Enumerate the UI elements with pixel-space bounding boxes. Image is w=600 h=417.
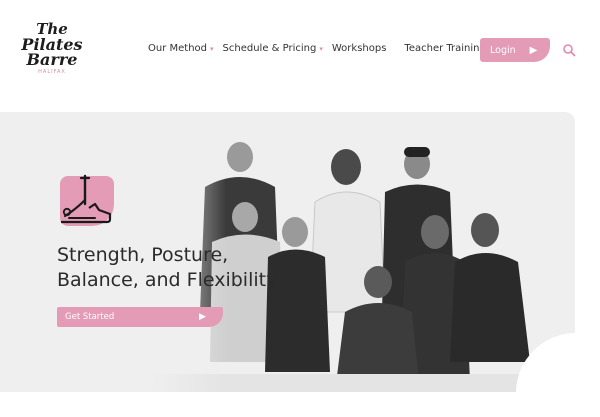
nav-teacher-training[interactable]: Teacher Training xyxy=(404,43,485,54)
get-started-label: Get Started xyxy=(65,312,115,322)
login-label: Login xyxy=(490,44,516,56)
login-button[interactable]: Login ▶ xyxy=(480,38,550,62)
chevron-down-icon: ▾ xyxy=(319,44,323,53)
hero-title-line-2: Balance, and Flexibility xyxy=(57,269,278,291)
nav-schedule-pricing[interactable]: Schedule & Pricing ▾ xyxy=(223,43,323,54)
site-logo[interactable]: The Pilates Barre HALIFAX xyxy=(16,22,88,86)
nav-schedule-pricing-label: Schedule & Pricing xyxy=(222,43,317,54)
chevron-down-icon: ▾ xyxy=(210,44,214,53)
search-icon[interactable] xyxy=(562,43,576,57)
play-arrow-icon: ▶ xyxy=(529,44,538,56)
logo-line-3: Barre xyxy=(26,50,78,69)
get-started-button[interactable]: Get Started ▶ xyxy=(57,307,223,327)
nav-teacher-training-label: Teacher Training xyxy=(404,43,486,54)
main-nav: Our Method ▾ Schedule & Pricing ▾ Worksh… xyxy=(148,43,486,54)
site-header: The Pilates Barre HALIFAX Our Method ▾ S… xyxy=(0,0,600,100)
pilates-pose-icon xyxy=(60,174,114,226)
nav-our-method-label: Our Method xyxy=(148,43,208,54)
nav-workshops-label: Workshops xyxy=(331,43,387,54)
logo-location: HALIFAX xyxy=(38,69,66,75)
nav-our-method[interactable]: Our Method ▾ xyxy=(148,43,214,54)
hero-title-line-1: Strength, Posture, xyxy=(57,244,229,266)
hero-title: Strength, Posture, Balance, and Flexibil… xyxy=(57,243,317,293)
nav-workshops[interactable]: Workshops xyxy=(332,43,387,54)
play-arrow-icon: ▶ xyxy=(199,312,206,322)
